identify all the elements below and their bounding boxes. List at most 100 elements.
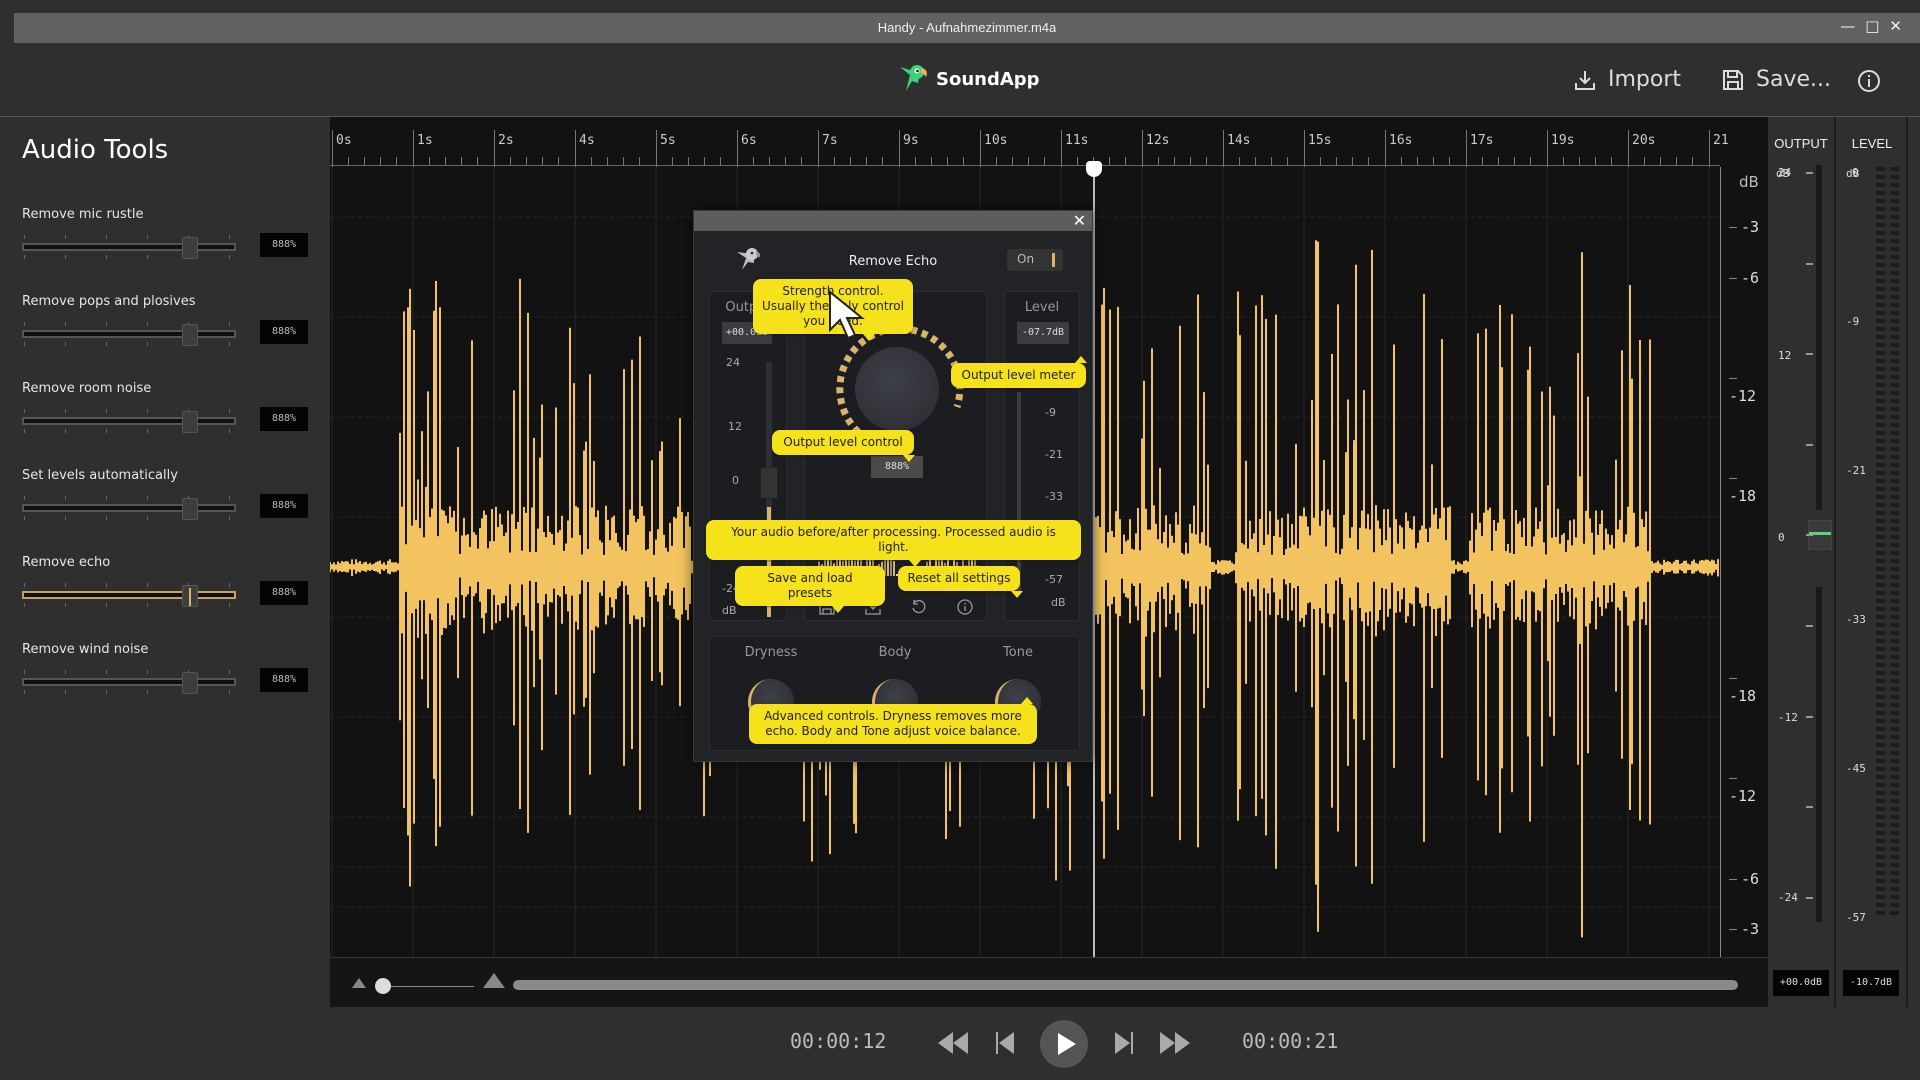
reset-icon[interactable] (911, 599, 927, 615)
slider-track[interactable] (22, 591, 236, 599)
slider-thumb[interactable] (182, 672, 198, 694)
strength-knob[interactable] (855, 347, 939, 431)
total-time: 00:00:21 (1242, 1029, 1339, 1053)
level-led (1890, 407, 1899, 411)
info-button[interactable] (1857, 69, 1881, 93)
next-button[interactable] (1115, 1032, 1133, 1054)
ruler-major-tick (1709, 130, 1710, 167)
zoom-out-icon[interactable] (352, 978, 366, 988)
ruler-minor-tick (1401, 157, 1402, 165)
level-led (1876, 191, 1885, 195)
slider-thumb[interactable] (182, 237, 198, 259)
output-scale-tick (1806, 172, 1813, 174)
output-slider-track[interactable] (1816, 165, 1822, 510)
slider-thumb[interactable] (182, 324, 198, 346)
level-led (1890, 559, 1899, 563)
play-button[interactable] (1040, 1020, 1088, 1068)
slider-track[interactable] (22, 417, 236, 425)
level-led (1890, 719, 1899, 723)
ruler-label: 12s (1146, 133, 1170, 148)
tool-slider[interactable] (22, 494, 238, 524)
level-led (1890, 671, 1899, 675)
tool-slider[interactable] (22, 407, 238, 437)
ruler-major-tick (332, 130, 333, 167)
level-panel-unit: dB (1051, 596, 1066, 609)
ruler-minor-tick (1482, 157, 1483, 165)
app-header: SoundApp Import Save... (0, 43, 1920, 117)
level-led (1876, 351, 1885, 355)
output-scale-tick (1806, 443, 1813, 446)
tool-slider[interactable] (22, 233, 238, 263)
level-led (1876, 199, 1885, 203)
slider-thumb[interactable] (182, 411, 198, 433)
output-scale-label: 24 (1778, 166, 1792, 179)
slider-tick (65, 690, 66, 694)
fast-forward-button[interactable] (1160, 1032, 1190, 1054)
meters-panel: OUTPUT dB 24 12 0 -12 -24 LEVEL dB 0 -9 -21 -33… (1768, 117, 1920, 1007)
level-led (1876, 815, 1885, 819)
close-window-button[interactable]: ✕ (1889, 17, 1902, 35)
tool-slider[interactable] (22, 581, 238, 611)
level-scale-label: 0 (1852, 166, 1859, 179)
ruler-minor-tick (672, 157, 673, 165)
dialog-titlebar[interactable]: ✕ (694, 211, 1092, 231)
level-led (1876, 711, 1885, 715)
slider-tick (65, 342, 66, 346)
import-button[interactable]: Import (1574, 67, 1681, 92)
level-led (1890, 343, 1899, 347)
level-led (1876, 743, 1885, 747)
ruler-minor-tick (380, 157, 381, 165)
ruler-minor-tick (850, 157, 851, 165)
tooltip-before-after: Your audio before/after processing. Proc… (706, 520, 1081, 567)
level-led (1890, 751, 1899, 755)
slider-tick (229, 496, 230, 500)
tool-value: 888% (260, 407, 308, 431)
timeline-ruler[interactable]: 0s 1s 2s 4s 5s 6s 7s 9s 10s 11s 12s 14s 15s 16s 17s 19s… (330, 117, 1729, 167)
level-led (1890, 815, 1899, 819)
level-led (1890, 271, 1899, 275)
db-scale-label: -3 (1729, 920, 1759, 938)
slider-track[interactable] (22, 330, 236, 338)
toggle-label: On (1017, 252, 1035, 266)
ruler-minor-tick (1174, 157, 1175, 165)
import-label: Import (1608, 67, 1682, 92)
level-led (1890, 895, 1899, 899)
ruler-minor-tick (1206, 157, 1207, 165)
level-led (1876, 911, 1885, 915)
level-led (1876, 895, 1885, 899)
slider-track[interactable] (22, 678, 236, 686)
dialog-info-icon[interactable] (957, 599, 973, 615)
save-button[interactable]: Save... (1722, 67, 1831, 92)
output-slider-track-lower[interactable] (1816, 587, 1822, 922)
slider-thumb[interactable] (182, 585, 198, 607)
zoom-slider-track[interactable] (382, 986, 474, 987)
ruler-major-tick (656, 130, 657, 167)
slider-tick (24, 496, 25, 500)
slider-tick (24, 322, 25, 326)
effect-toggle[interactable]: On (1007, 249, 1063, 271)
slider-track[interactable] (22, 243, 236, 251)
slider-thumb[interactable] (182, 498, 198, 520)
tool-slider[interactable] (22, 668, 238, 698)
playhead-handle[interactable] (1085, 161, 1102, 177)
level-led (1876, 647, 1885, 651)
dialog-output-slider-thumb[interactable] (760, 467, 778, 499)
tool-slider[interactable] (22, 320, 238, 350)
maximize-button[interactable]: □ (1865, 17, 1879, 35)
rewind-button[interactable] (938, 1032, 968, 1054)
tool-label: Remove pops and plosives (22, 294, 196, 309)
dialog-close-button[interactable]: ✕ (1073, 212, 1086, 230)
minimize-button[interactable]: — (1840, 17, 1855, 35)
level-led (1890, 703, 1899, 707)
level-led (1890, 607, 1899, 611)
slider-track[interactable] (22, 504, 236, 512)
level-led (1890, 207, 1899, 211)
level-led (1876, 575, 1885, 579)
zoom-in-icon[interactable] (483, 973, 505, 988)
zoom-slider-thumb[interactable] (375, 978, 391, 994)
horizontal-scrollbar[interactable] (513, 980, 1738, 990)
output-scale-tick (1806, 262, 1813, 265)
level-led (1876, 719, 1885, 723)
previous-button[interactable] (996, 1032, 1014, 1054)
ruler-minor-tick (1417, 157, 1418, 165)
